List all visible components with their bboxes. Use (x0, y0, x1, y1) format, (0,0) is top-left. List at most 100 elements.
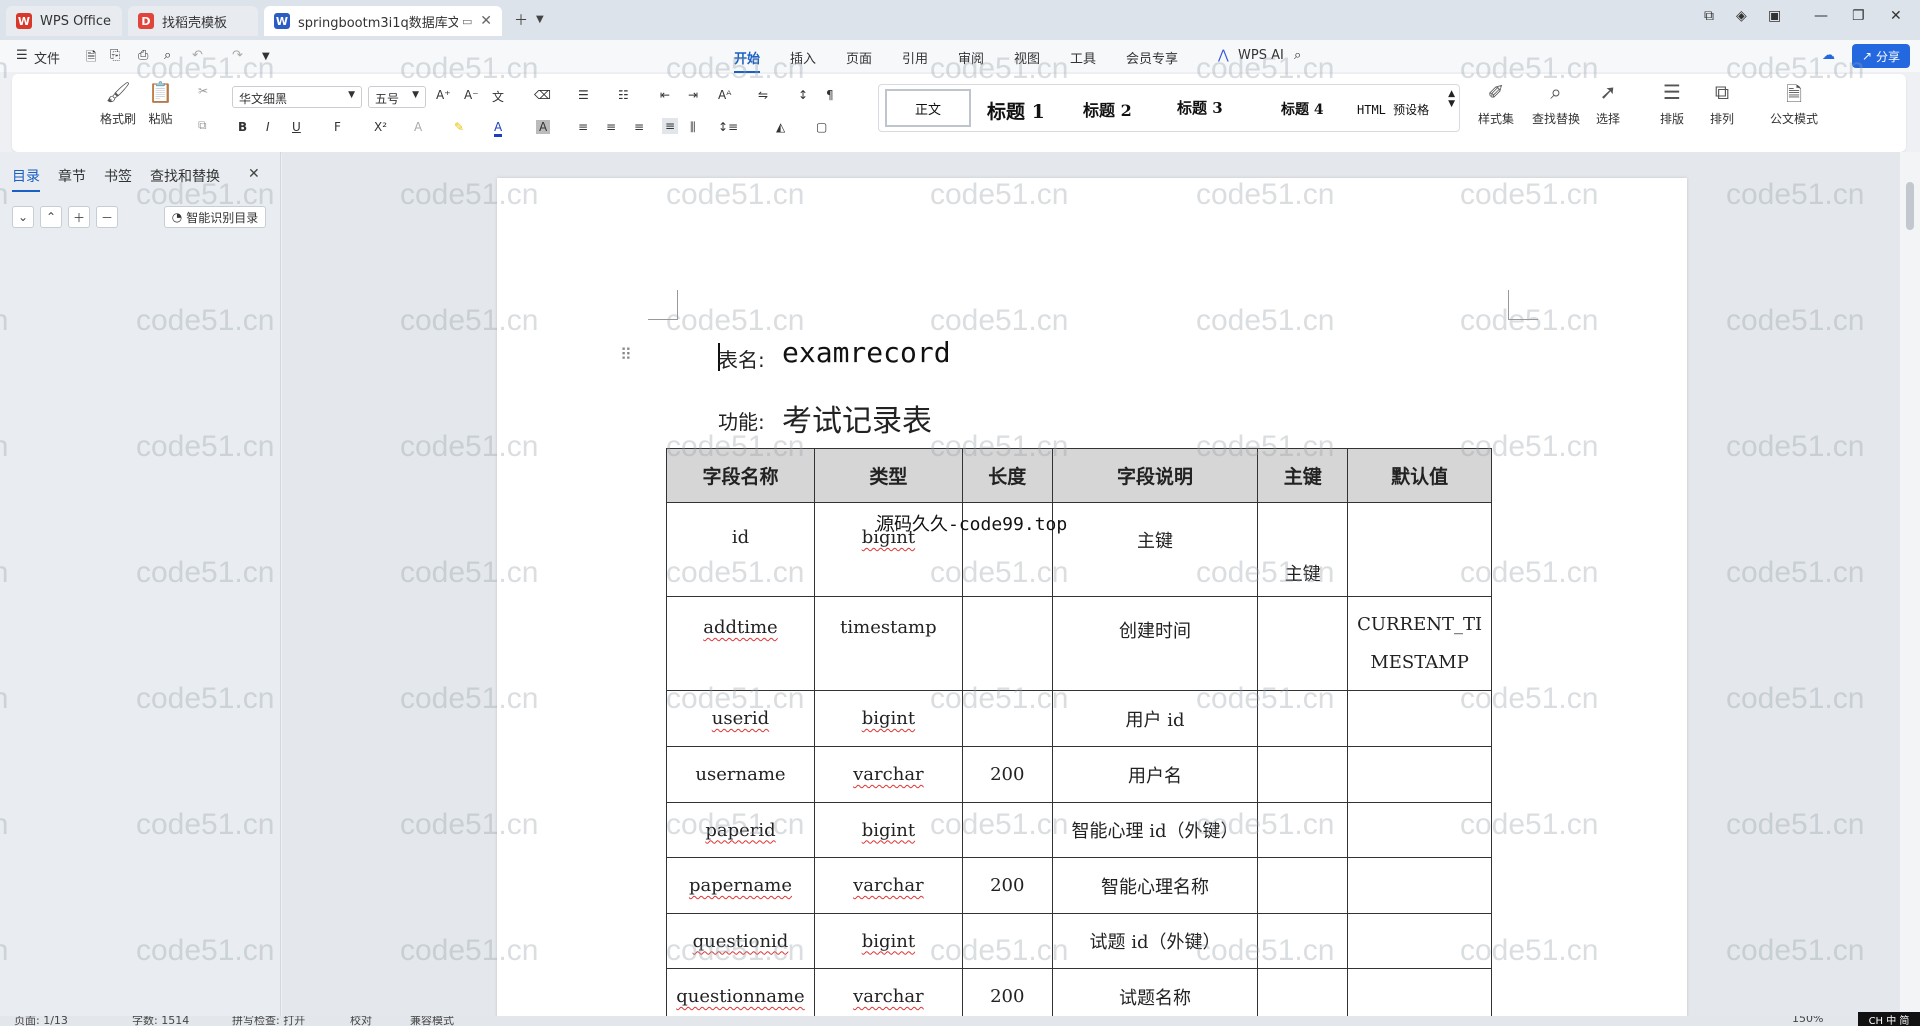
cell-pk[interactable] (1257, 913, 1349, 969)
menu-tab-page[interactable]: 页面 (846, 48, 872, 67)
cell-pk[interactable] (1257, 690, 1349, 747)
vertical-scrollbar[interactable] (1900, 152, 1920, 1016)
cell-name[interactable]: addtime (666, 596, 815, 691)
status-words[interactable]: 字数: 1514 (132, 1016, 189, 1026)
grow-font-icon[interactable]: A⁺ (436, 88, 451, 102)
cell-pk[interactable] (1257, 746, 1349, 803)
avatar[interactable]: ▣ (1768, 8, 1781, 24)
cell-desc[interactable]: 主键 (1051, 502, 1259, 597)
cell-name[interactable]: papername (666, 857, 815, 914)
sort-icon[interactable]: ↕ (798, 88, 808, 102)
gallery-scroll-icon[interactable]: ▲ ▼ (1448, 89, 1455, 109)
underline-icon[interactable]: U (292, 120, 301, 134)
close-panel-icon[interactable]: ✕ (248, 166, 260, 182)
justify-icon[interactable]: ≡ (662, 118, 679, 134)
expand-icon[interactable]: ⌃ (40, 206, 62, 228)
cell-default[interactable] (1347, 746, 1492, 803)
redo-icon[interactable]: ↷ (232, 48, 243, 63)
bullet-list-icon[interactable]: ☰ (578, 88, 589, 102)
tab-wps-office[interactable]: W WPS Office (6, 6, 122, 36)
cell-length[interactable]: 200 (961, 746, 1053, 803)
decrease-indent-icon[interactable]: ⇤ (660, 88, 670, 102)
align-left-icon[interactable]: ≡ (578, 120, 588, 134)
line-spacing-icon[interactable]: ↕≡ (718, 120, 738, 134)
cell-type[interactable]: bigint (813, 802, 963, 858)
text-effect-icon[interactable]: A (414, 120, 422, 134)
status-proof[interactable]: 校对 (350, 1016, 372, 1026)
collapse-icon[interactable]: ⌄ (12, 206, 34, 228)
cell-default[interactable] (1347, 857, 1492, 914)
cell-default[interactable] (1347, 913, 1492, 969)
select-button[interactable]: ➚ 选择 (1596, 80, 1620, 127)
arrange-button[interactable]: ⧉ 排列 (1710, 80, 1734, 127)
cell-type[interactable]: bigint (813, 913, 963, 969)
hamburger-icon[interactable]: ☰ (16, 48, 28, 63)
chevron-down-icon[interactable]: ▼ (536, 14, 544, 25)
input-language-indicator[interactable]: CH 中 简 (1858, 1012, 1920, 1026)
tab-document[interactable]: W springbootm3i1q数据库文 ▭ ✕ (264, 6, 502, 36)
add-heading-icon[interactable]: ＋ (68, 206, 90, 228)
table-row[interactable]: paperid bigint 智能心理 id（外键） (666, 802, 1492, 858)
cell-length[interactable] (961, 913, 1053, 969)
cell-type[interactable]: bigint (813, 690, 963, 747)
highlight-icon[interactable]: ✎ (454, 120, 464, 134)
font-size-select[interactable]: 五号 ▼ (368, 86, 426, 108)
style-heading-2[interactable]: 标题 2 (1083, 97, 1132, 121)
cell-name[interactable]: id (666, 502, 815, 597)
cloud-upload-icon[interactable]: ☁ (1822, 48, 1835, 63)
cell-desc[interactable]: 创建时间 (1051, 596, 1259, 691)
undo-icon[interactable]: ↶ (192, 48, 203, 63)
clear-format-icon[interactable]: ⌫ (534, 88, 551, 102)
cell-default[interactable] (1347, 502, 1492, 597)
cell-type[interactable]: varchar (813, 857, 963, 914)
remove-heading-icon[interactable]: － (96, 206, 118, 228)
cut-icon[interactable]: ✂ (198, 84, 208, 98)
italic-icon[interactable]: I (266, 120, 270, 134)
cell-pk[interactable]: 主键 (1257, 502, 1349, 597)
export-pdf-icon[interactable]: ⎘ (110, 48, 120, 63)
print-preview-icon[interactable]: ⌕ (164, 48, 171, 63)
search-icon[interactable]: ⌕ (1294, 48, 1301, 63)
panel-tab-chapter[interactable]: 章节 (58, 166, 86, 186)
menu-wps-ai[interactable]: WPS AI (1238, 48, 1284, 63)
style-heading-1[interactable]: 标题 1 (987, 97, 1045, 124)
cell-length[interactable] (961, 802, 1053, 858)
cell-length[interactable] (961, 596, 1053, 691)
table-row[interactable]: username varchar 200 用户名 (666, 746, 1492, 803)
style-heading-4[interactable]: 标题 4 (1281, 99, 1324, 119)
style-set-button[interactable]: ✐ 样式集 (1478, 80, 1514, 127)
cell-name[interactable]: userid (666, 690, 815, 747)
menu-tab-review[interactable]: 审阅 (958, 48, 984, 67)
copy-icon[interactable]: ⧉ (198, 118, 207, 133)
menu-tab-home[interactable]: 开始 (734, 48, 761, 73)
close-tab-icon[interactable]: ✕ (480, 13, 492, 29)
align-center-icon[interactable]: ≡ (606, 120, 616, 134)
cube-icon[interactable]: ◈ (1736, 8, 1747, 24)
tab-docer[interactable]: D 找稻壳模板 (128, 6, 258, 36)
table-row[interactable]: userid bigint 用户 id (666, 690, 1492, 747)
cell-name[interactable]: questionid (666, 913, 815, 969)
restore-icon[interactable]: ❐ (1852, 8, 1865, 24)
layout-button[interactable]: ☰ 排版 (1660, 80, 1684, 127)
numbered-list-icon[interactable]: ☷ (618, 88, 629, 102)
style-heading-3[interactable]: 标题 3 (1177, 97, 1223, 118)
font-color-icon[interactable]: A (494, 120, 503, 137)
scrollbar-thumb[interactable] (1906, 182, 1914, 230)
minimize-icon[interactable]: — (1814, 8, 1828, 24)
status-page[interactable]: 页面: 1/13 (14, 1016, 68, 1026)
phonetic-icon[interactable]: 文 (492, 88, 504, 105)
cell-default[interactable]: CURRENT_TIMESTAMP (1347, 596, 1492, 691)
paste-button[interactable]: 📋 粘贴 (148, 80, 173, 127)
cell-desc[interactable]: 用户 id (1051, 690, 1259, 747)
cell-name[interactable]: username (666, 746, 815, 803)
cell-type[interactable]: timestamp (813, 596, 963, 691)
style-normal[interactable]: 正文 (885, 89, 971, 127)
status-zoom[interactable]: 150% (1792, 1016, 1823, 1025)
increase-indent-icon[interactable]: ⇥ (688, 88, 698, 102)
menu-tab-reference[interactable]: 引用 (902, 48, 928, 67)
menu-tab-member[interactable]: 会员专享 (1126, 48, 1178, 67)
share-button[interactable]: ↗ 分享 (1852, 44, 1910, 68)
cell-name[interactable]: paperid (666, 802, 815, 858)
panel-tab-find-replace[interactable]: 查找和替换 (150, 166, 220, 186)
table-row[interactable]: questionid bigint 试题 id（外键） (666, 913, 1492, 969)
